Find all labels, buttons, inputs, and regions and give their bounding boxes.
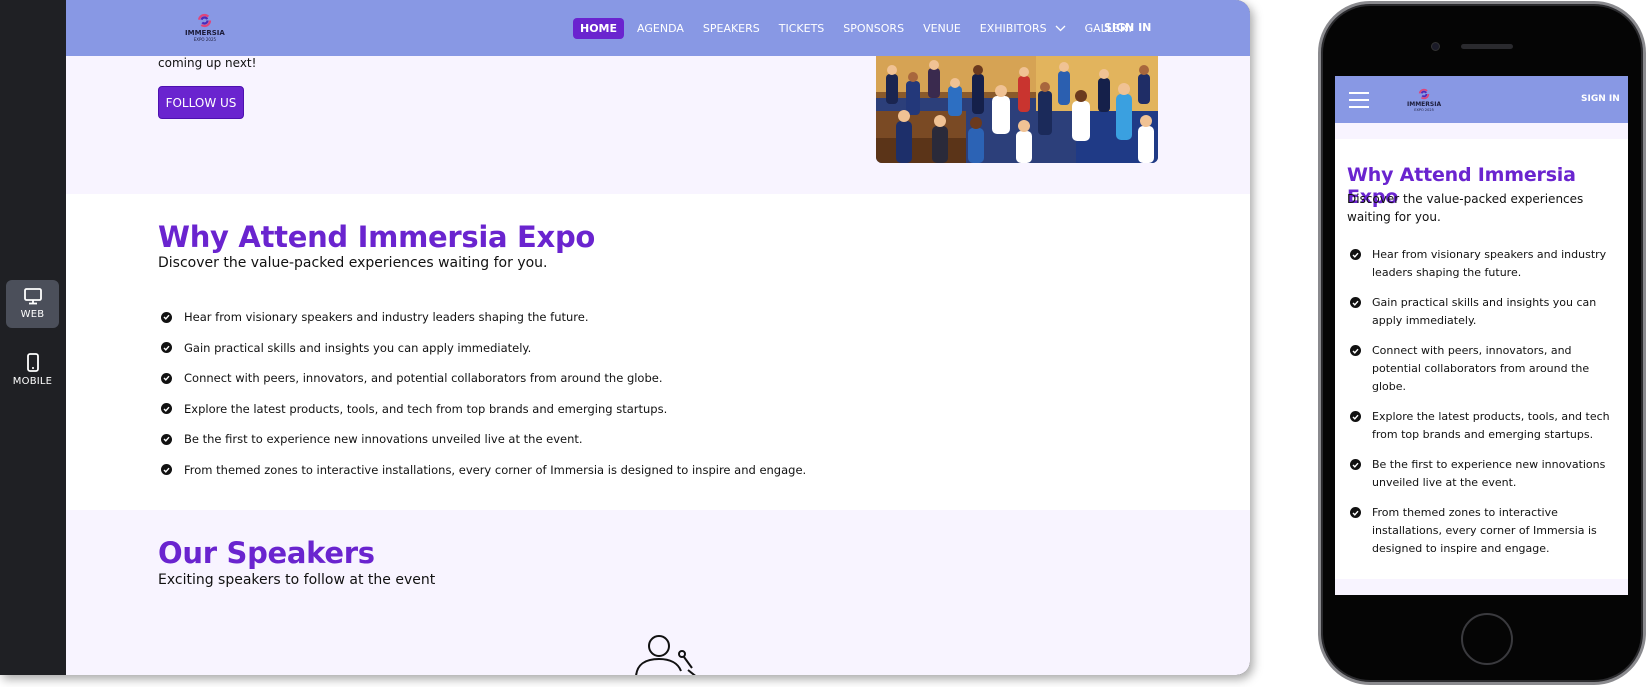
benefit-text: Hear from visionary speakers and industr… (184, 310, 589, 325)
hero-text-fragment: coming up next! (158, 56, 257, 70)
list-item: Gain practical skills and insights you c… (1350, 294, 1620, 330)
benefit-text: Hear from visionary speakers and industr… (1372, 248, 1607, 279)
speakers-section: Our Speakers Exciting speakers to follow… (66, 510, 1250, 675)
mobile-benefits-list: Hear from visionary speakers and industr… (1350, 246, 1620, 570)
benefit-text: Gain practical skills and insights you c… (184, 340, 532, 355)
site-logo[interactable]: IMMERSIA EXPO 2025 (185, 13, 225, 42)
nav-tickets[interactable]: TICKETS (779, 22, 825, 35)
nav-exhibitors[interactable]: EXHIBITORS (980, 22, 1066, 35)
home-button[interactable] (1461, 613, 1513, 665)
list-item: Explore the latest products, tools, and … (161, 394, 806, 425)
networking-crowd-illustration (876, 56, 1158, 163)
logo-wordmark: IMMERSIA (1407, 101, 1442, 108)
check-circle-icon (161, 342, 172, 354)
logo-wordmark: IMMERSIA (185, 29, 225, 37)
mobile-sign-in-link[interactable]: SIGN IN (1581, 94, 1620, 104)
preview-app: WEB MOBILE IMMERSIA EXPO 2025 HOME AGEND… (0, 0, 1647, 687)
mobile-preview: IMMERSIA EXPO 2025 SIGN IN Why Attend Im… (1316, 0, 1647, 687)
benefits-list: Hear from visionary speakers and industr… (161, 302, 806, 485)
immersia-logo-icon (198, 13, 212, 28)
list-item: From themed zones to interactive install… (161, 455, 806, 486)
check-circle-icon (161, 433, 172, 445)
mobile-site: IMMERSIA EXPO 2025 SIGN IN Why Attend Im… (1335, 76, 1628, 595)
sign-in-link[interactable]: SIGN IN (1104, 21, 1151, 34)
nav-agenda[interactable]: AGENDA (637, 22, 684, 35)
benefit-text: From themed zones to interactive install… (184, 462, 807, 477)
check-circle-icon (1350, 411, 1361, 422)
nav-menu: HOME AGENDA SPEAKERS TICKETS SPONSORS VE… (573, 0, 1153, 56)
nav-sponsors[interactable]: SPONSORS (843, 22, 904, 35)
monitor-icon (23, 288, 42, 305)
benefit-text: Be the first to experience new innovatio… (184, 432, 583, 447)
logo-subtext: EXPO 2025 (193, 37, 217, 42)
check-circle-icon (1350, 507, 1361, 518)
mobile-top-navigation: IMMERSIA EXPO 2025 SIGN IN (1335, 76, 1628, 123)
mobile-view-label: MOBILE (12, 376, 53, 387)
smartphone-icon (26, 353, 39, 372)
list-item: Explore the latest products, tools, and … (1350, 408, 1620, 444)
benefit-text: Explore the latest products, tools, and … (1372, 410, 1610, 441)
logo-subtext: EXPO 2025 (1414, 108, 1434, 112)
desktop-preview: WEB MOBILE IMMERSIA EXPO 2025 HOME AGEND… (0, 0, 1250, 675)
hamburger-menu-icon[interactable] (1349, 92, 1369, 108)
why-attend-title: Why Attend Immersia Expo (158, 220, 596, 254)
desktop-site: IMMERSIA EXPO 2025 HOME AGENDA SPEAKERS … (66, 0, 1250, 675)
speakers-subtitle: Exciting speakers to follow at the event (158, 572, 436, 588)
why-attend-section: Why Attend Immersia Expo Discover the va… (66, 194, 1250, 510)
list-item: Hear from visionary speakers and industr… (161, 302, 806, 333)
nav-venue[interactable]: VENUE (923, 22, 961, 35)
speakers-title: Our Speakers (158, 536, 375, 570)
benefit-text: Explore the latest products, tools, and … (184, 401, 668, 416)
mobile-section-divider (1335, 123, 1628, 139)
check-circle-icon (1350, 249, 1361, 260)
nav-speakers[interactable]: SPEAKERS (703, 22, 760, 35)
mobile-view-button[interactable]: MOBILE (6, 346, 59, 394)
view-toggle-toolbar: WEB MOBILE (0, 0, 66, 675)
check-circle-icon (161, 311, 172, 323)
mobile-why-attend-section: Why Attend Immersia Expo Discover the va… (1335, 139, 1628, 579)
check-circle-icon (1350, 345, 1361, 356)
list-item: Be the first to experience new innovatio… (1350, 456, 1620, 492)
list-item: Connect with peers, innovators, and pote… (161, 363, 806, 394)
check-circle-icon (161, 403, 172, 415)
list-item: From themed zones to interactive install… (1350, 504, 1620, 558)
check-circle-icon (161, 464, 172, 476)
hero-event-image (876, 56, 1158, 163)
top-navigation: IMMERSIA EXPO 2025 HOME AGENDA SPEAKERS … (66, 0, 1250, 56)
check-circle-icon (1350, 297, 1361, 308)
earpiece (1461, 44, 1513, 49)
nav-home[interactable]: HOME (573, 17, 625, 39)
benefit-text: From themed zones to interactive install… (1372, 506, 1597, 555)
list-item: Connect with peers, innovators, and pote… (1350, 342, 1620, 396)
benefit-text: Gain practical skills and insights you c… (1372, 296, 1597, 327)
nav-exhibitors-label: EXHIBITORS (979, 21, 1047, 35)
check-circle-icon (161, 372, 172, 384)
benefit-text: Connect with peers, innovators, and pote… (184, 371, 663, 386)
mobile-site-logo[interactable]: IMMERSIA EXPO 2025 (1407, 88, 1441, 113)
check-circle-icon (1350, 459, 1361, 470)
speaker-podium-icon (635, 635, 696, 675)
list-item: Gain practical skills and insights you c… (161, 333, 806, 364)
benefit-text: Be the first to experience new innovatio… (1372, 458, 1606, 489)
hero-section: coming up next! FOLLOW US (66, 56, 1250, 194)
mobile-next-section-edge (1335, 579, 1628, 595)
list-item: Be the first to experience new innovatio… (161, 424, 806, 455)
follow-us-button[interactable]: FOLLOW US (158, 86, 244, 119)
web-view-button[interactable]: WEB (6, 280, 59, 328)
immersia-logo-icon (1418, 88, 1430, 100)
list-item: Hear from visionary speakers and industr… (1350, 246, 1620, 282)
chevron-down-icon (1055, 25, 1066, 31)
why-attend-subtitle: Discover the value-packed experiences wa… (158, 255, 548, 271)
web-view-label: WEB (20, 309, 45, 320)
benefit-text: Connect with peers, innovators, and pote… (1372, 344, 1590, 393)
mobile-why-attend-subtitle: Discover the value-packed experiences wa… (1347, 192, 1584, 224)
front-camera (1431, 42, 1440, 51)
